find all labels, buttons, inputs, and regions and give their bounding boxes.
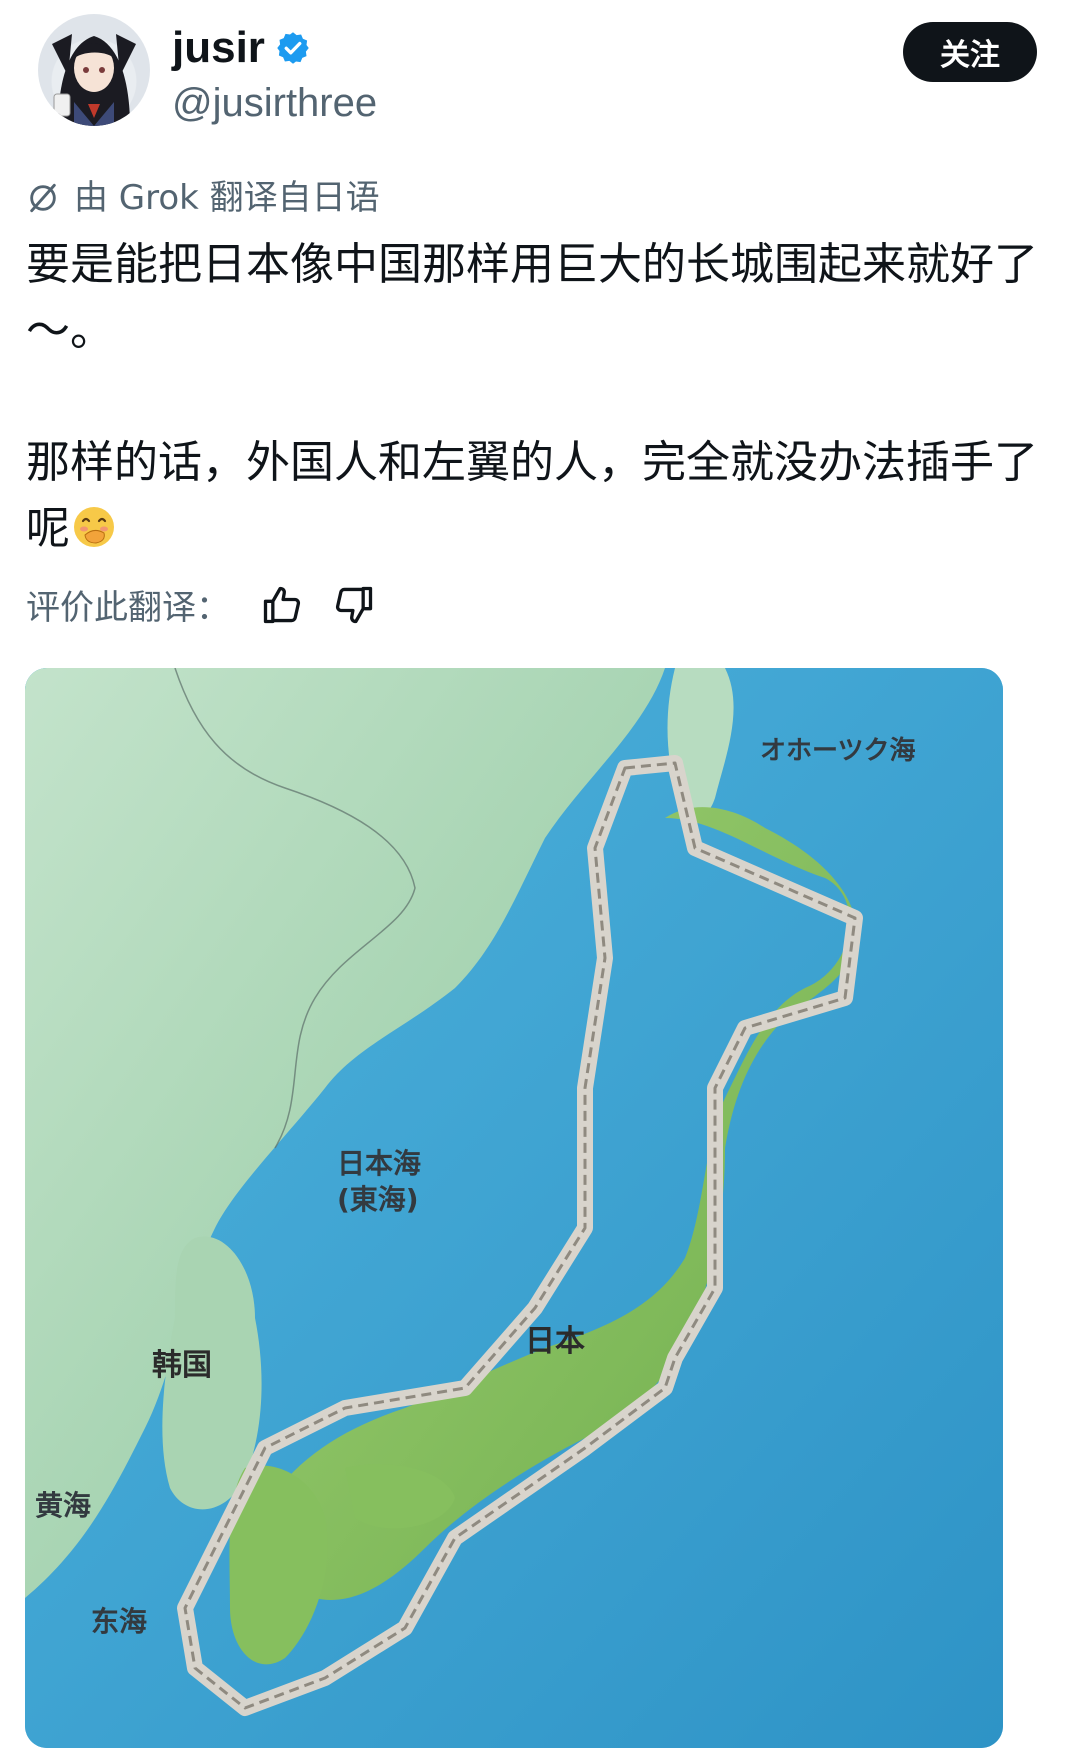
tweet-paragraph-2: 那样的话，外国人和左翼的人，完全就没办法插手了呢 xyxy=(26,430,1056,562)
name-row: jusir xyxy=(172,20,311,76)
tweet-header: jusir @jusirthree 关注 xyxy=(0,0,1080,170)
grok-translate-icon xyxy=(30,183,56,213)
tweet-image-map[interactable]: オホーツク海 日本海 (東海) 日本 韩国 黄海 东海 xyxy=(25,668,1003,1748)
thumbs-up-icon[interactable] xyxy=(260,583,304,627)
map-label-sea-of-japan: 日本海 xyxy=(337,1147,422,1180)
rate-translation: 评价此翻译： xyxy=(26,580,376,629)
user-handle[interactable]: @jusirthree xyxy=(172,78,377,128)
map-label-yellow-sea: 黄海 xyxy=(35,1489,92,1522)
map-label-okhotsk: オホーツク海 xyxy=(760,736,916,766)
verified-badge-icon xyxy=(277,32,309,64)
tweet-paragraph-1: 要是能把日本像中国那样用巨大的长城围起来就好了～。 xyxy=(26,239,1038,356)
map-label-korea: 韩国 xyxy=(152,1348,212,1383)
follow-button[interactable]: 关注 xyxy=(903,22,1037,82)
map-label-east-sea: (東海) xyxy=(337,1183,419,1216)
tweet-paragraph-2-text: 那样的话，外国人和左翼的人，完全就没办法插手了呢 xyxy=(26,437,1038,554)
translation-note: 由 Grok 翻译自日语 xyxy=(26,176,380,220)
translation-note-text: 由 Grok 翻译自日语 xyxy=(74,178,380,218)
display-name[interactable]: jusir xyxy=(172,20,265,76)
thumbs-down-icon[interactable] xyxy=(332,583,376,627)
map-label-east-china-sea: 东海 xyxy=(91,1605,148,1638)
avatar[interactable] xyxy=(38,14,150,126)
map-label-japan: 日本 xyxy=(525,1324,585,1359)
map-illustration xyxy=(25,668,1003,1748)
face-with-hand-over-mouth-emoji xyxy=(74,507,114,547)
rate-translation-label: 评价此翻译： xyxy=(26,588,230,628)
